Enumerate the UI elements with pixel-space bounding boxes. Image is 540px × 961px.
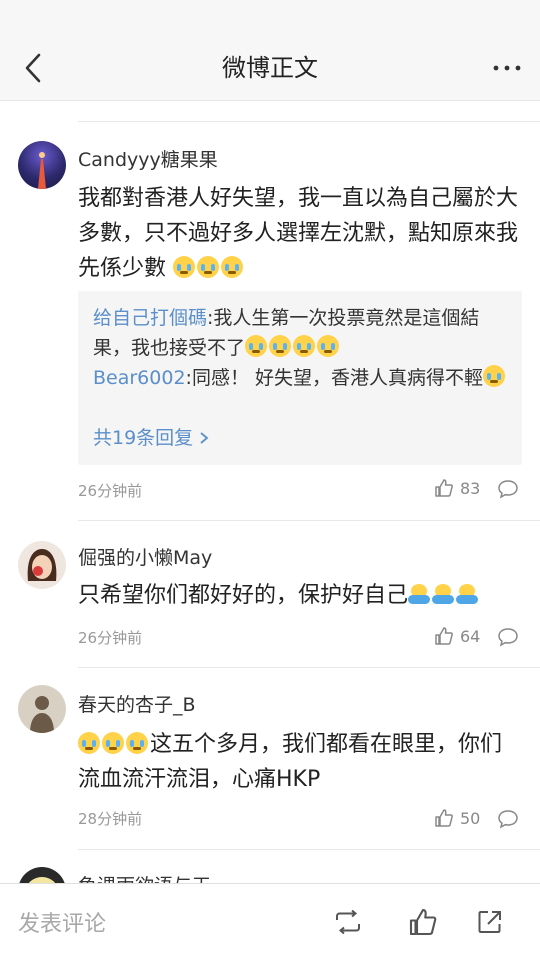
comment-time: 26分钟前 [78, 629, 143, 647]
more-replies-label: 共19条回复 [93, 427, 194, 449]
comment-bubble-icon [498, 810, 518, 829]
like-post-button[interactable] [405, 904, 441, 940]
username[interactable]: Candyyy糖果果 [78, 145, 218, 172]
crying-emoji-icon [245, 335, 268, 357]
reply-preview[interactable]: 给自己打個碼:我人生第一次投票竟然是這個結果，我也接受不了 Bear6002:同… [78, 291, 522, 465]
avatar[interactable] [18, 685, 66, 733]
crying-emoji-icon [126, 732, 148, 754]
comment-body: 我都對香港人好失望，我一直以為自己屬於大多數，只不過好多人選擇左沈默，點知原來我… [78, 186, 519, 281]
comment-time: 26分钟前 [78, 482, 143, 500]
more-icon [493, 65, 521, 71]
crying-emoji-icon [293, 335, 316, 357]
hugging-emoji-icon [432, 583, 455, 605]
comment-bubble-icon [498, 628, 518, 647]
reply-button[interactable] [497, 809, 519, 833]
page-title: 微博正文 [222, 54, 318, 82]
status-bar [0, 0, 540, 36]
comment-text: 这五个多月，我们都看在眼里，你们流血流汗流泪，心痛HKP [78, 727, 523, 797]
reply-item: 给自己打個碼:我人生第一次投票竟然是這個結果，我也接受不了 [93, 303, 513, 363]
username[interactable]: 春天的杏子_B [78, 690, 196, 717]
crying-emoji-icon [78, 732, 100, 754]
comment-time: 28分钟前 [78, 810, 143, 828]
crying-emoji-icon [102, 732, 124, 754]
comment-input[interactable]: 发表评论 [18, 906, 106, 938]
chevron-right-icon [200, 432, 209, 444]
like-count: 83 [460, 478, 481, 498]
avatar[interactable] [18, 141, 66, 189]
avatar-image-icon [30, 696, 54, 733]
comment-text: 只希望你们都好好的，保护好自己 [78, 578, 523, 613]
thumbs-up-icon [409, 908, 437, 936]
thumbs-up-icon [435, 479, 453, 497]
crying-emoji-icon [221, 256, 244, 278]
like-count: 50 [460, 808, 481, 828]
hugging-emoji-icon [456, 583, 479, 605]
more-button[interactable] [492, 56, 522, 80]
like-button[interactable]: 50 [434, 808, 480, 828]
reply-username[interactable]: Bear6002 [93, 367, 186, 389]
like-button[interactable]: 64 [434, 626, 480, 646]
comment-text: 我都對香港人好失望，我一直以為自己屬於大多數，只不過好多人選擇左沈默，點知原來我… [78, 181, 523, 286]
share-icon [478, 911, 501, 933]
navigation-bar: 微博正文 [0, 36, 540, 101]
reply-username[interactable]: 给自己打個碼 [93, 307, 207, 329]
comment-list[interactable]: Candyyy糖果果 我都對香港人好失望，我一直以為自己屬於大多數，只不過好多人… [0, 101, 540, 883]
repost-button[interactable] [330, 904, 366, 940]
crying-emoji-icon [317, 335, 340, 357]
more-replies-link[interactable]: 共19条回复 [93, 423, 513, 453]
avatar[interactable] [18, 541, 66, 589]
crying-emoji-icon [173, 256, 196, 278]
thumbs-up-icon [435, 627, 453, 645]
comment-body: 只希望你们都好好的，保护好自己 [78, 583, 409, 608]
avatar-image-icon [28, 877, 56, 883]
divider [78, 520, 540, 521]
hugging-emoji-icon [408, 583, 431, 605]
avatar-image-icon [27, 549, 57, 581]
divider [78, 121, 540, 122]
divider [78, 849, 540, 850]
like-button[interactable]: 83 [434, 478, 480, 498]
crying-emoji-icon [197, 256, 220, 278]
thumbs-up-icon [435, 809, 453, 827]
repost-icon [336, 909, 360, 935]
reply-button[interactable] [497, 479, 519, 503]
reply-text: :同感！ 好失望，香港人真病得不輕 [185, 367, 483, 389]
username[interactable]: 倔强的小懒May [78, 543, 212, 570]
avatar[interactable] [18, 867, 66, 883]
crying-emoji-icon [269, 335, 292, 357]
like-count: 64 [460, 626, 481, 646]
username[interactable]: 鱼课雨欲语与天 [78, 871, 211, 883]
crying-emoji-icon [483, 365, 505, 387]
share-button[interactable] [472, 904, 508, 940]
divider [78, 667, 540, 668]
avatar-image-icon [38, 152, 46, 189]
reply-item: Bear6002:同感！ 好失望，香港人真病得不輕 [93, 363, 513, 393]
reply-button[interactable] [497, 627, 519, 651]
bottom-toolbar: 发表评论 [0, 883, 540, 961]
comment-bubble-icon [498, 480, 518, 499]
